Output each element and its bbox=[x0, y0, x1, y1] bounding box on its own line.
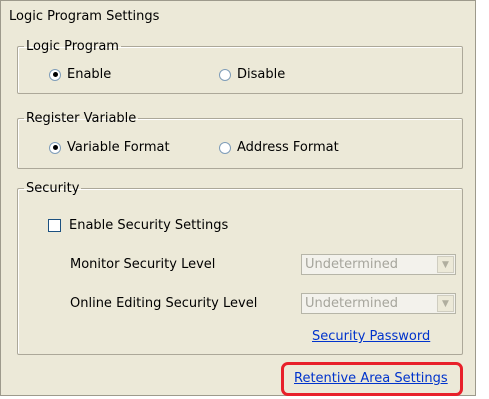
radio-selected-icon bbox=[49, 141, 61, 154]
checkbox-unchecked-icon bbox=[48, 219, 61, 232]
chevron-down-icon[interactable]: ▼ bbox=[437, 256, 454, 273]
register-variable-legend: Register Variable bbox=[26, 111, 137, 126]
chevron-down-icon[interactable]: ▼ bbox=[437, 295, 454, 312]
radio-selected-icon bbox=[49, 68, 61, 81]
disable-radio[interactable]: Disable bbox=[219, 67, 285, 82]
enable-security-checkbox[interactable]: Enable Security Settings bbox=[48, 218, 228, 233]
disable-radio-label: Disable bbox=[237, 67, 286, 82]
dialog-title: Logic Program Settings bbox=[9, 9, 160, 24]
variable-format-radio[interactable]: Variable Format bbox=[49, 140, 170, 155]
enable-radio[interactable]: Enable bbox=[49, 67, 111, 82]
online-editing-security-level-label: Online Editing Security Level bbox=[70, 296, 258, 311]
monitor-security-level-select[interactable]: Undetermined ▼ bbox=[301, 254, 456, 275]
logic-program-settings-dialog: Logic Program Settings Logic Program Ena… bbox=[0, 0, 476, 396]
variable-format-label: Variable Format bbox=[67, 140, 170, 155]
logic-program-legend: Logic Program bbox=[26, 39, 119, 54]
security-password-link[interactable]: Security Password bbox=[312, 329, 430, 344]
address-format-radio[interactable]: Address Format bbox=[219, 140, 339, 155]
monitor-security-level-value: Undetermined bbox=[305, 257, 398, 272]
online-editing-security-level-value: Undetermined bbox=[305, 296, 398, 311]
enable-security-label: Enable Security Settings bbox=[69, 218, 229, 233]
highlight-annotation bbox=[281, 362, 463, 396]
radio-unselected-icon bbox=[219, 141, 231, 154]
address-format-label: Address Format bbox=[237, 140, 339, 155]
monitor-security-level-label: Monitor Security Level bbox=[70, 257, 216, 272]
enable-radio-label: Enable bbox=[67, 67, 112, 82]
online-editing-security-level-select[interactable]: Undetermined ▼ bbox=[301, 293, 456, 314]
security-legend: Security bbox=[26, 181, 80, 196]
radio-unselected-icon bbox=[219, 68, 231, 81]
